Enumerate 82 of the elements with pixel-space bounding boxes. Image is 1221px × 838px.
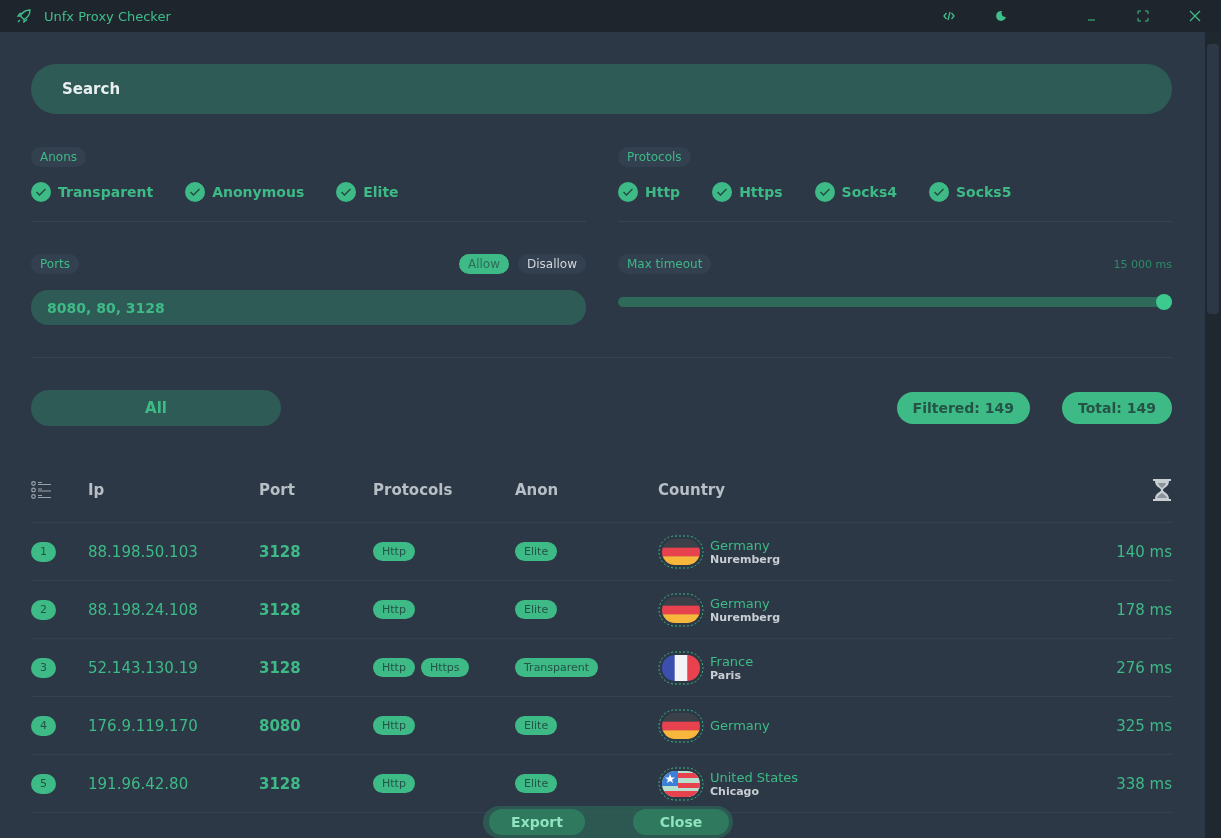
checkbox[interactable]: Transparent [31,182,154,202]
anon-tag: Elite [515,600,558,619]
list-icon[interactable] [31,481,51,499]
flag-icon [658,766,704,801]
country-name: United States [710,769,799,785]
checkbox[interactable]: Http [618,182,681,202]
protocol-tag: Http [373,774,415,793]
window-title: Unfx Proxy Checker [44,8,171,24]
checkbox[interactable]: Https [712,182,783,202]
timeout-slider[interactable] [618,294,1172,310]
city-name: Nuremberg [710,552,781,566]
flag-icon [658,592,704,627]
code-icon[interactable] [943,11,955,21]
timeout-reading: 15 000 ms [1113,257,1172,271]
moon-icon[interactable] [995,10,1007,22]
ip-cell-text: 191.96.42.80 [88,774,190,793]
section-label: Anons [31,147,86,167]
timeout-cell: 178 ms [1116,600,1172,619]
flag-icon [658,534,704,569]
port-cell-text: 3128 [259,658,302,677]
column-header[interactable]: Port [259,481,373,499]
checkbox[interactable]: Socks5 [929,182,1012,202]
ip-cell-text: 176.9.119.170 [88,716,199,735]
flag-icon [658,708,704,743]
protocol-tag: Http [373,658,415,677]
anon-tag: Elite [515,774,558,793]
slider-thumb[interactable] [1156,294,1172,310]
port-cell-text: 3128 [259,774,302,793]
timeout-cell: 276 ms [1116,658,1172,677]
column-header[interactable]: Protocols [373,481,515,499]
ip-cell-text: 88.198.50.103 [88,542,199,561]
country-name: Germany [710,718,770,733]
row-number: 2 [31,599,56,620]
timeout-cell: 338 ms [1116,774,1172,793]
flag-icon [658,650,704,685]
scrollbar[interactable] [1205,32,1221,838]
city-name: Nuremberg [710,610,781,624]
column-header[interactable]: Country [658,481,1152,499]
port-cell-text: 3128 [259,542,302,561]
row-number: 3 [31,657,56,678]
action-button[interactable]: Close [633,809,729,835]
section-label: Ports [31,254,80,274]
toggle-button[interactable]: Disallow [518,254,586,274]
protocol-tag: Https [420,658,469,677]
row-number: 4 [31,715,56,736]
port-cell-text: 8080 [259,716,302,735]
rocket-icon [16,8,32,24]
anon-tag: Elite [515,542,558,561]
toggle-button[interactable]: Allow [458,254,509,274]
ip-cell-text: 52.143.130.19 [88,658,199,677]
search-field[interactable]: Search [31,64,1172,114]
country-name: Germany [710,595,771,611]
checkbox[interactable]: Elite [336,182,399,202]
counter-badge: Filtered: 149 [896,392,1031,424]
checkbox[interactable]: Anonymous [185,182,305,202]
country-name: France [710,653,754,669]
action-button[interactable]: Export [489,809,585,835]
column-header[interactable]: Ip [88,481,259,499]
protocol-tag: Http [373,542,415,561]
checkbox[interactable]: Socks4 [814,182,897,202]
protocol-tag: Http [373,600,415,619]
timeout-cell: 325 ms [1116,716,1172,735]
counter-badge: Total: 149 [1062,392,1172,424]
all-button[interactable]: All [31,390,281,426]
maximize-icon[interactable] [1137,10,1149,22]
section-label: Max timeout [618,254,712,274]
section-label: Protocols [618,147,691,167]
timeout-cell: 140 ms [1116,542,1172,561]
country-name: Germany [710,537,771,553]
hourglass-icon[interactable] [1152,478,1172,502]
row-number: 1 [31,541,56,562]
close-icon[interactable] [1189,10,1201,22]
column-header[interactable]: Anon [515,481,658,499]
anon-tag: Elite [515,716,558,735]
ports-field[interactable]: 8080, 80, 3128 [31,290,586,325]
city-name: Paris [710,668,742,682]
anon-tag: Transparent [515,658,599,677]
ip-cell-text: 88.198.24.108 [88,600,199,619]
protocol-tag: Http [373,716,415,735]
port-cell-text: 3128 [259,600,302,619]
city-name: Chicago [710,784,761,798]
row-number: 5 [31,773,56,794]
